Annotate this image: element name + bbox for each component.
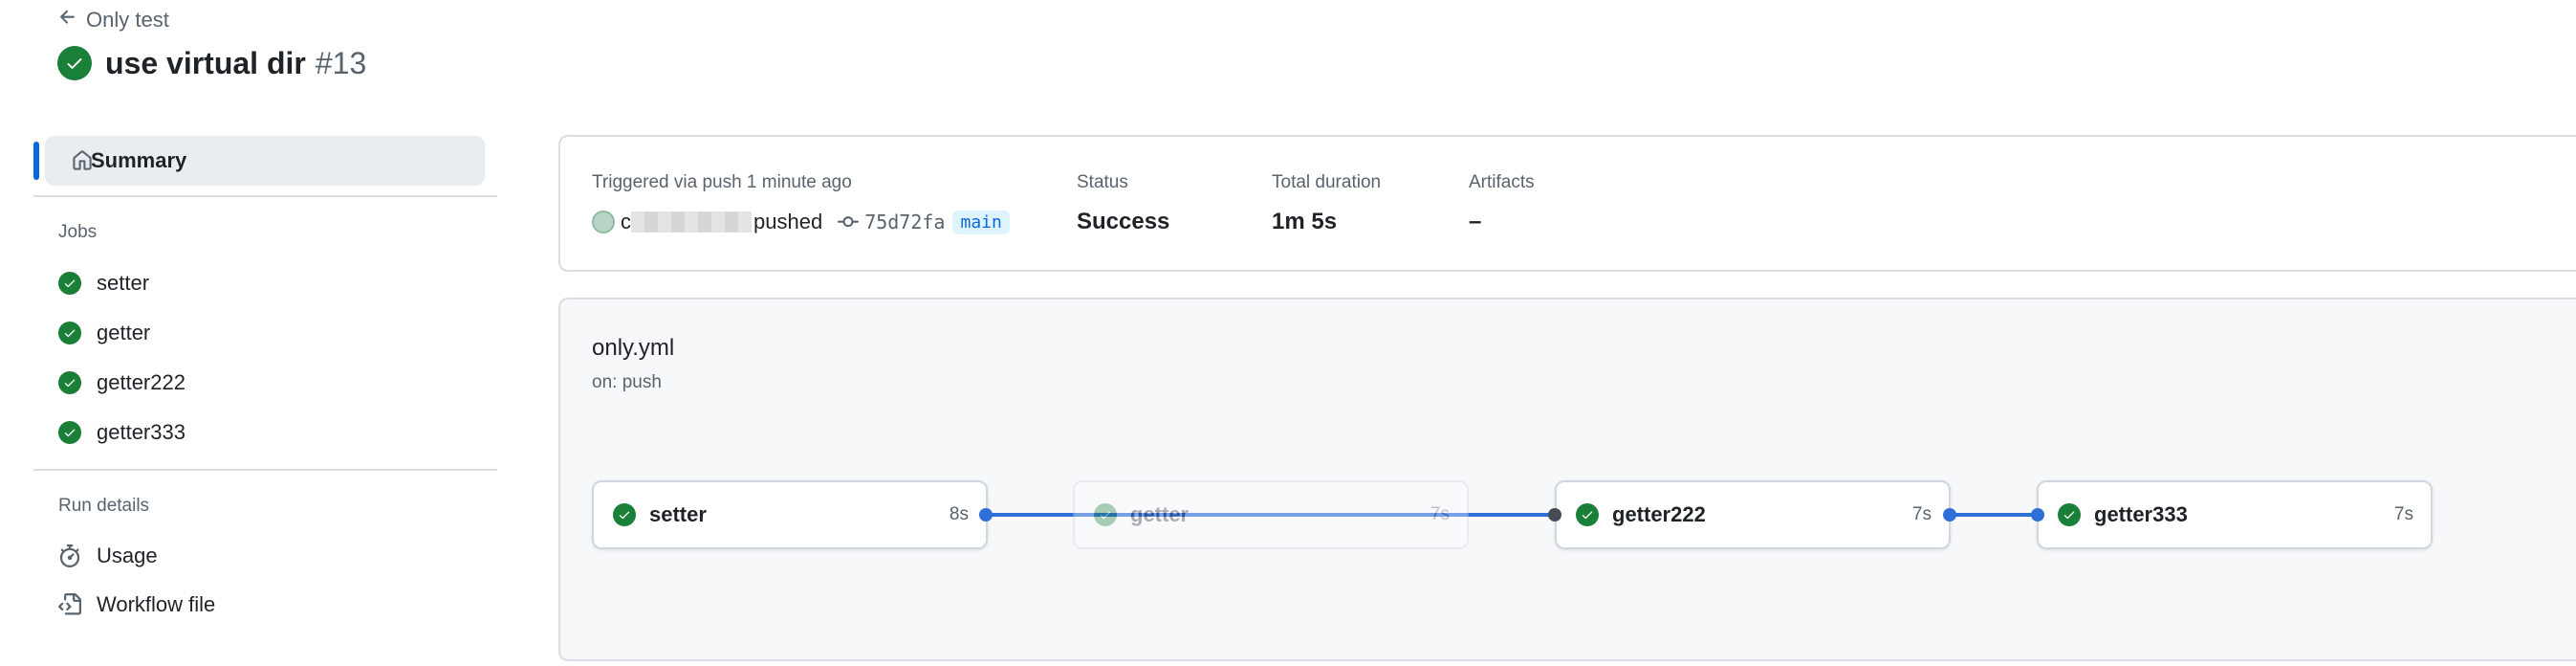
success-check-icon — [58, 272, 81, 295]
job-name: getter222 — [1612, 502, 1706, 526]
success-check-icon — [1576, 503, 1599, 526]
job-name: getter — [1130, 502, 1190, 526]
success-check-icon — [2058, 503, 2081, 526]
run-number: #13 — [315, 45, 367, 80]
job-node-getter222[interactable]: getter222 7s — [1555, 480, 1951, 549]
job-duration: 7s — [1911, 504, 1932, 524]
trigger-details: c pushed 75d72fa main — [592, 206, 1010, 238]
success-check-icon — [58, 322, 81, 344]
git-commit-icon — [838, 216, 860, 228]
job-duration: 8s — [949, 504, 969, 524]
run-summary-card: Triggered via push 1 minute ago c pushed… — [558, 135, 2576, 272]
arrow-left-icon — [57, 7, 78, 33]
sidebar-item-label: setter — [97, 271, 150, 295]
run-details-heading: Run details — [58, 496, 150, 516]
status-label: Status — [1077, 172, 1128, 192]
artifacts-label: Artifacts — [1469, 172, 1535, 192]
page-title: use virtual dir #13 — [57, 42, 366, 84]
success-check-icon — [613, 503, 636, 526]
active-indicator — [33, 142, 39, 180]
commit-link[interactable]: 75d72fa — [838, 211, 945, 233]
success-check-icon — [57, 46, 92, 80]
sidebar-item-usage[interactable]: Usage — [58, 537, 158, 575]
branch-badge[interactable]: main — [952, 210, 1010, 234]
sidebar-item-label: getter222 — [97, 370, 186, 394]
job-name: getter333 — [2094, 502, 2188, 526]
jobs-heading: Jobs — [58, 222, 98, 242]
status-value: Success — [1077, 209, 1170, 234]
back-link[interactable]: Only test — [57, 6, 169, 34]
success-check-icon — [1094, 503, 1117, 526]
sidebar-item-label: Summary — [91, 148, 187, 172]
job-node-getter[interactable]: getter 7s — [1073, 480, 1469, 549]
pushed-text: pushed — [753, 210, 823, 233]
workflow-graph-card: only.yml on: push setter 8s getter 7s ge… — [558, 298, 2576, 661]
commit-sha: 75d72fa — [864, 211, 946, 233]
trigger-label: Triggered via push 1 minute ago — [592, 172, 852, 192]
duration-label: Total duration — [1272, 172, 1382, 192]
sidebar-item-label: getter — [97, 321, 151, 344]
success-check-icon — [58, 371, 81, 394]
job-duration: 7s — [1430, 504, 1450, 524]
sidebar-item-workflow-file[interactable]: Workflow file — [58, 586, 215, 624]
avatar[interactable] — [592, 211, 615, 233]
sidebar: Summary Jobs setter getter getter222 get… — [33, 134, 497, 632]
home-icon — [73, 150, 92, 170]
sidebar-item-getter333[interactable]: getter333 — [58, 413, 186, 452]
artifacts-value: – — [1469, 209, 1482, 234]
divider — [33, 469, 497, 471]
file-code-icon — [58, 593, 81, 616]
job-node-getter333[interactable]: getter333 7s — [2037, 480, 2433, 549]
sidebar-item-getter222[interactable]: getter222 — [58, 364, 186, 402]
run-title-text: use virtual dir — [105, 45, 306, 80]
sidebar-item-summary[interactable]: Summary — [45, 136, 485, 186]
job-node-setter[interactable]: setter 8s — [592, 480, 988, 549]
back-link-label: Only test — [86, 8, 169, 32]
actor-initial: c — [621, 210, 631, 233]
sidebar-item-label: Workflow file — [97, 592, 216, 616]
redacted-username — [631, 211, 752, 233]
sidebar-item-label: Usage — [97, 544, 158, 567]
success-check-icon — [58, 421, 81, 444]
divider — [33, 195, 497, 197]
job-name: setter — [649, 502, 707, 526]
sidebar-item-getter[interactable]: getter — [58, 314, 150, 352]
duration-value: 1m 5s — [1272, 209, 1338, 234]
sidebar-item-label: getter333 — [97, 420, 186, 444]
job-duration: 7s — [2393, 504, 2413, 524]
sidebar-item-setter[interactable]: setter — [58, 264, 149, 302]
stopwatch-icon — [58, 544, 81, 567]
